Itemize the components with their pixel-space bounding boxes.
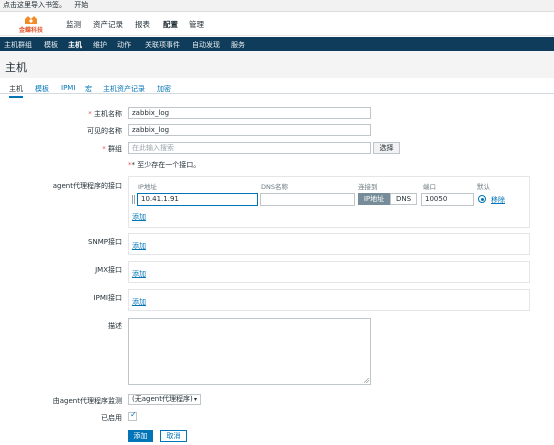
add-agent-interface-link[interactable]: 添加 xyxy=(132,212,146,222)
col-default-header: 默认 xyxy=(477,183,490,191)
nav-inventory[interactable]: 资产记录 xyxy=(93,19,123,30)
subnav-discovery[interactable]: 自动发现 xyxy=(192,40,220,50)
tab-encryption[interactable]: 加密 xyxy=(157,84,171,94)
col-port-header: 端口 xyxy=(423,183,436,191)
chevron-down-icon: ▾ xyxy=(193,396,197,403)
col-ip-header: IP地址 xyxy=(138,183,157,191)
tab-host[interactable]: 主机 xyxy=(9,84,23,98)
connect-ip-button[interactable]: IP地址 xyxy=(358,193,390,205)
host-name-label: * 主机名称 xyxy=(88,109,122,119)
agent-interfaces-panel: IP地址 DNS名称 连接到 端口 默认 10.41.1.91 IP地址 DNS… xyxy=(128,176,530,228)
ipmi-interfaces-label: IPMI接口 xyxy=(93,294,122,302)
snmp-interfaces-panel: 添加 xyxy=(128,233,530,255)
add-snmp-interface-link[interactable]: 添加 xyxy=(132,241,146,251)
nav-reports[interactable]: 报表 xyxy=(135,19,150,30)
tab-templates[interactable]: 模板 xyxy=(35,84,49,94)
subnav-services[interactable]: 服务 xyxy=(231,40,245,50)
subnav-hosts[interactable]: 主机 xyxy=(68,40,82,50)
col-dns-header: DNS名称 xyxy=(261,183,288,191)
groups-select-button[interactable]: 选择 xyxy=(373,142,400,154)
add-jmx-interface-link[interactable]: 添加 xyxy=(132,269,146,279)
agent-ip-input[interactable]: 10.41.1.91 xyxy=(137,193,258,206)
col-connect-header: 连接到 xyxy=(358,183,378,191)
nav-monitoring[interactable]: 监测 xyxy=(66,19,81,30)
bookmark-import-text[interactable]: 点击这里导入书签。 xyxy=(3,1,66,9)
enabled-checkbox[interactable]: ✓ xyxy=(128,410,137,421)
drag-handle-icon[interactable] xyxy=(132,195,135,204)
top-navigation: 金蝶科技 监测 资产记录 报表 配置 管理 xyxy=(0,12,554,36)
interface-hint: ** 至少存在一个接口。 xyxy=(128,160,200,170)
connect-dns-button[interactable]: DNS xyxy=(390,193,417,205)
bookmark-bar: 点击这里导入书签。 开始 xyxy=(0,0,554,12)
form-tabs: 主机 模板 IPMI 宏 主机资产记录 加密 xyxy=(0,78,554,98)
cancel-button[interactable]: 取消 xyxy=(160,430,187,442)
proxy-label: 由agent代理程序监测 xyxy=(52,397,122,405)
host-name-label-text: 主机名称 xyxy=(94,110,122,118)
interface-hint-text: * 至少存在一个接口。 xyxy=(131,161,201,169)
visible-name-label: 可见的名称 xyxy=(87,127,122,135)
agent-dns-input[interactable] xyxy=(260,193,355,206)
proxy-select[interactable]: (无agent代理程序) ▾ xyxy=(128,394,201,405)
snmp-interfaces-label: SNMP接口 xyxy=(88,238,122,246)
sub-navigation: 主机群组 模板 主机 维护 动作 关联项事件 自动发现 服务 xyxy=(0,37,554,51)
resize-grip-icon[interactable] xyxy=(364,378,369,383)
nav-administration[interactable]: 管理 xyxy=(189,19,204,30)
subnav-actions[interactable]: 动作 xyxy=(117,40,131,50)
description-label: 描述 xyxy=(108,322,122,330)
jmx-interfaces-label: JMX接口 xyxy=(95,266,122,274)
subnav-templates[interactable]: 模板 xyxy=(44,40,58,50)
page-header: 主机 xyxy=(0,51,554,78)
groups-label: * 群组 xyxy=(102,144,122,154)
description-textarea[interactable] xyxy=(128,318,371,385)
tab-inventory[interactable]: 主机资产记录 xyxy=(103,84,145,94)
groups-search-input[interactable]: 在此输入搜索 xyxy=(128,142,371,154)
default-radio[interactable] xyxy=(478,195,486,203)
add-button[interactable]: 添加 xyxy=(128,430,153,442)
agent-interfaces-label: agent代理程序的接口 xyxy=(52,182,122,190)
proxy-select-value: (无agent代理程序) xyxy=(132,395,193,403)
ipmi-interfaces-panel: 添加 xyxy=(128,289,530,311)
groups-label-text: 群组 xyxy=(108,145,122,153)
subnav-correlation[interactable]: 关联项事件 xyxy=(145,40,180,50)
enabled-label: 已启用 xyxy=(101,414,122,422)
host-name-input[interactable]: zabbix_log xyxy=(128,107,371,119)
logo[interactable]: 金蝶科技 xyxy=(16,15,46,34)
add-ipmi-interface-link[interactable]: 添加 xyxy=(132,297,146,307)
remove-interface-link[interactable]: 移除 xyxy=(491,195,505,205)
nav-configuration[interactable]: 配置 xyxy=(163,19,178,30)
subnav-host-groups[interactable]: 主机群组 xyxy=(4,40,32,50)
logo-text: 金蝶科技 xyxy=(18,27,43,34)
checkmark-icon: ✓ xyxy=(130,410,137,419)
visible-name-input[interactable]: zabbix_log xyxy=(128,124,371,136)
subnav-maintenance[interactable]: 维护 xyxy=(93,40,107,50)
tab-macros[interactable]: 宏 xyxy=(85,84,92,94)
tab-ipmi[interactable]: IPMI xyxy=(61,84,75,92)
bookmark-start-link[interactable]: 开始 xyxy=(74,1,88,9)
page-title: 主机 xyxy=(5,61,27,74)
logo-icon xyxy=(25,16,37,24)
jmx-interfaces-panel: 添加 xyxy=(128,261,530,283)
agent-port-input[interactable]: 10050 xyxy=(421,193,474,206)
